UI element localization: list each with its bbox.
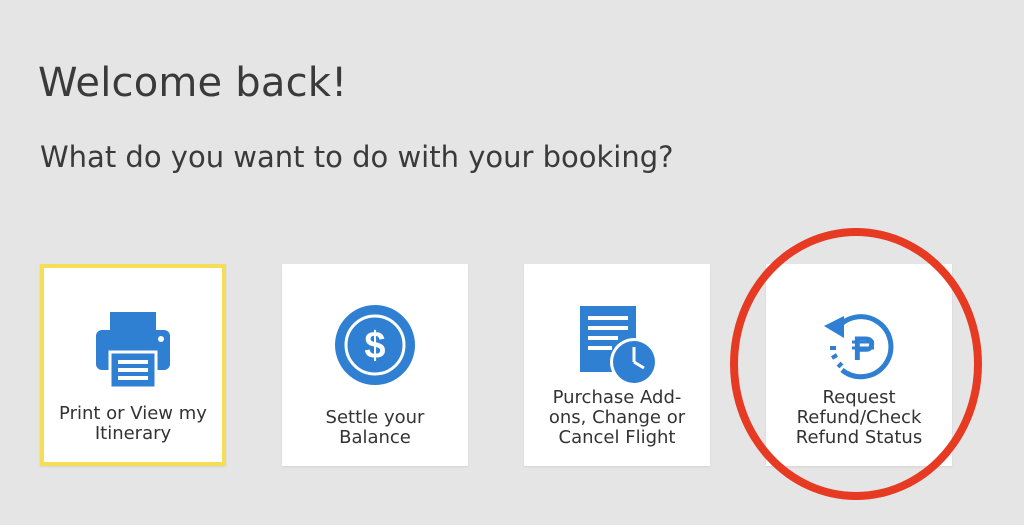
svg-text:$: $ xyxy=(364,325,385,367)
settle-balance-card[interactable]: $ Settle your Balance xyxy=(282,264,468,466)
dollar-coin-icon: $ xyxy=(330,300,420,390)
printer-icon xyxy=(88,304,178,394)
page-subtitle: What do you want to do with your booking… xyxy=(40,140,674,174)
manage-flight-card[interactable]: Purchase Add- ons, Change or Cancel Flig… xyxy=(524,264,710,466)
request-refund-card[interactable]: P Request Refund/Check Refund Status xyxy=(766,264,952,466)
document-clock-icon xyxy=(572,300,662,390)
card-label: Request Refund/Check Refund Status xyxy=(795,387,923,448)
refund-peso-icon: P xyxy=(814,300,904,390)
card-label: Print or View my Itinerary xyxy=(59,403,207,444)
card-label: Purchase Add- ons, Change or Cancel Flig… xyxy=(548,387,686,448)
page-title: Welcome back! xyxy=(38,60,348,106)
print-itinerary-card[interactable]: Print or View my Itinerary xyxy=(40,264,226,466)
card-label: Settle your Balance xyxy=(325,407,425,448)
